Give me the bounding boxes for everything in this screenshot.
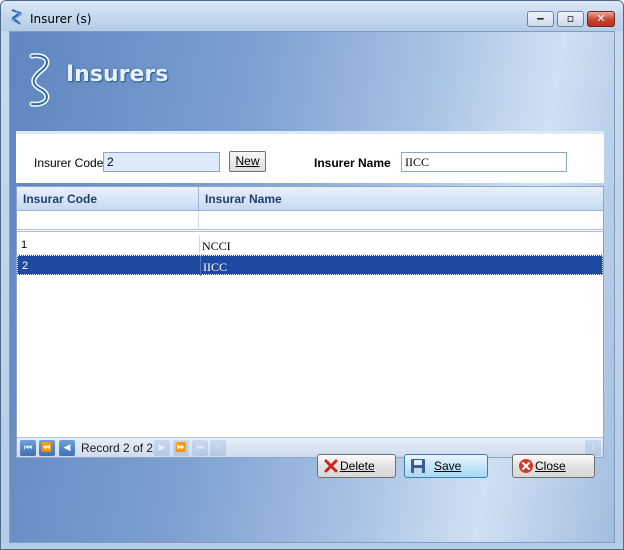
maximize-button[interactable]: ▫ [557,11,584,27]
next-record-icon[interactable]: ▶ [154,440,170,456]
previous-record-icon[interactable]: ◀ [59,440,75,456]
insurers-logo-icon [29,53,50,107]
save-label: Save [434,459,462,473]
close-icon: ✕ [596,12,606,25]
insurer-name-label: Insurer Name [314,156,391,170]
title-bar[interactable]: Insurer (s) ‒ ▫ ✕ [1,1,623,31]
table-row-selected[interactable]: 2 IICC [17,255,603,276]
delete-x-icon [324,459,338,473]
table-row[interactable]: 1 NCCI [17,235,603,255]
last-page-icon[interactable]: ⏭ [192,440,208,456]
cell-name: NCCI [202,239,231,253]
window-close-button[interactable]: ✕ [587,11,615,27]
save-button[interactable]: Save [404,454,488,478]
next-page-icon[interactable]: ⏩ [173,440,189,456]
close-circle-icon [519,459,533,473]
minimize-icon: ‒ [536,12,545,25]
filter-cell-code[interactable] [17,211,199,229]
column-header-code[interactable]: Insurar Code [17,187,199,211]
column-divider [199,235,200,255]
grid-header: Insurar Code Insurar Name [17,187,603,211]
window-title: Insurer (s) [30,12,92,26]
maximize-icon: ▫ [566,12,575,25]
insurer-form: Insurer Code 2 New Insurer Name IICC [16,131,604,183]
cell-code: 2 [22,260,29,272]
first-page-icon[interactable]: ⏮ [20,440,36,456]
record-counter: Record 2 of 2 [81,441,154,455]
cell-code: 1 [21,239,28,251]
insurer-code-label: Insurer Code [34,156,104,170]
cell-name: IICC [203,260,227,274]
column-header-name[interactable]: Insurar Name [199,187,603,211]
close-label: Close [535,459,566,473]
insurer-code-input[interactable]: 2 [103,152,220,172]
app-logo-icon [10,9,23,25]
delete-button[interactable]: Delete [317,454,396,478]
filter-row[interactable] [17,211,603,232]
previous-page-icon[interactable]: ⏪ [39,440,55,456]
insurers-grid: Insurar Code Insurar Name 1 NCCI 2 IICC … [16,186,604,458]
new-button[interactable]: New [229,151,266,172]
close-button[interactable]: Close [512,454,595,478]
delete-label: Delete [340,459,375,473]
window: Insurer (s) ‒ ▫ ✕ Insurers Insurer Code … [0,0,624,550]
floppy-disk-icon [411,459,425,473]
page-title: Insurers [66,62,169,87]
insurer-name-input[interactable]: IICC [401,152,567,172]
minimize-button[interactable]: ‒ [527,11,554,27]
scroll-left-icon[interactable]: ‹ [210,440,226,456]
column-divider [200,256,201,276]
